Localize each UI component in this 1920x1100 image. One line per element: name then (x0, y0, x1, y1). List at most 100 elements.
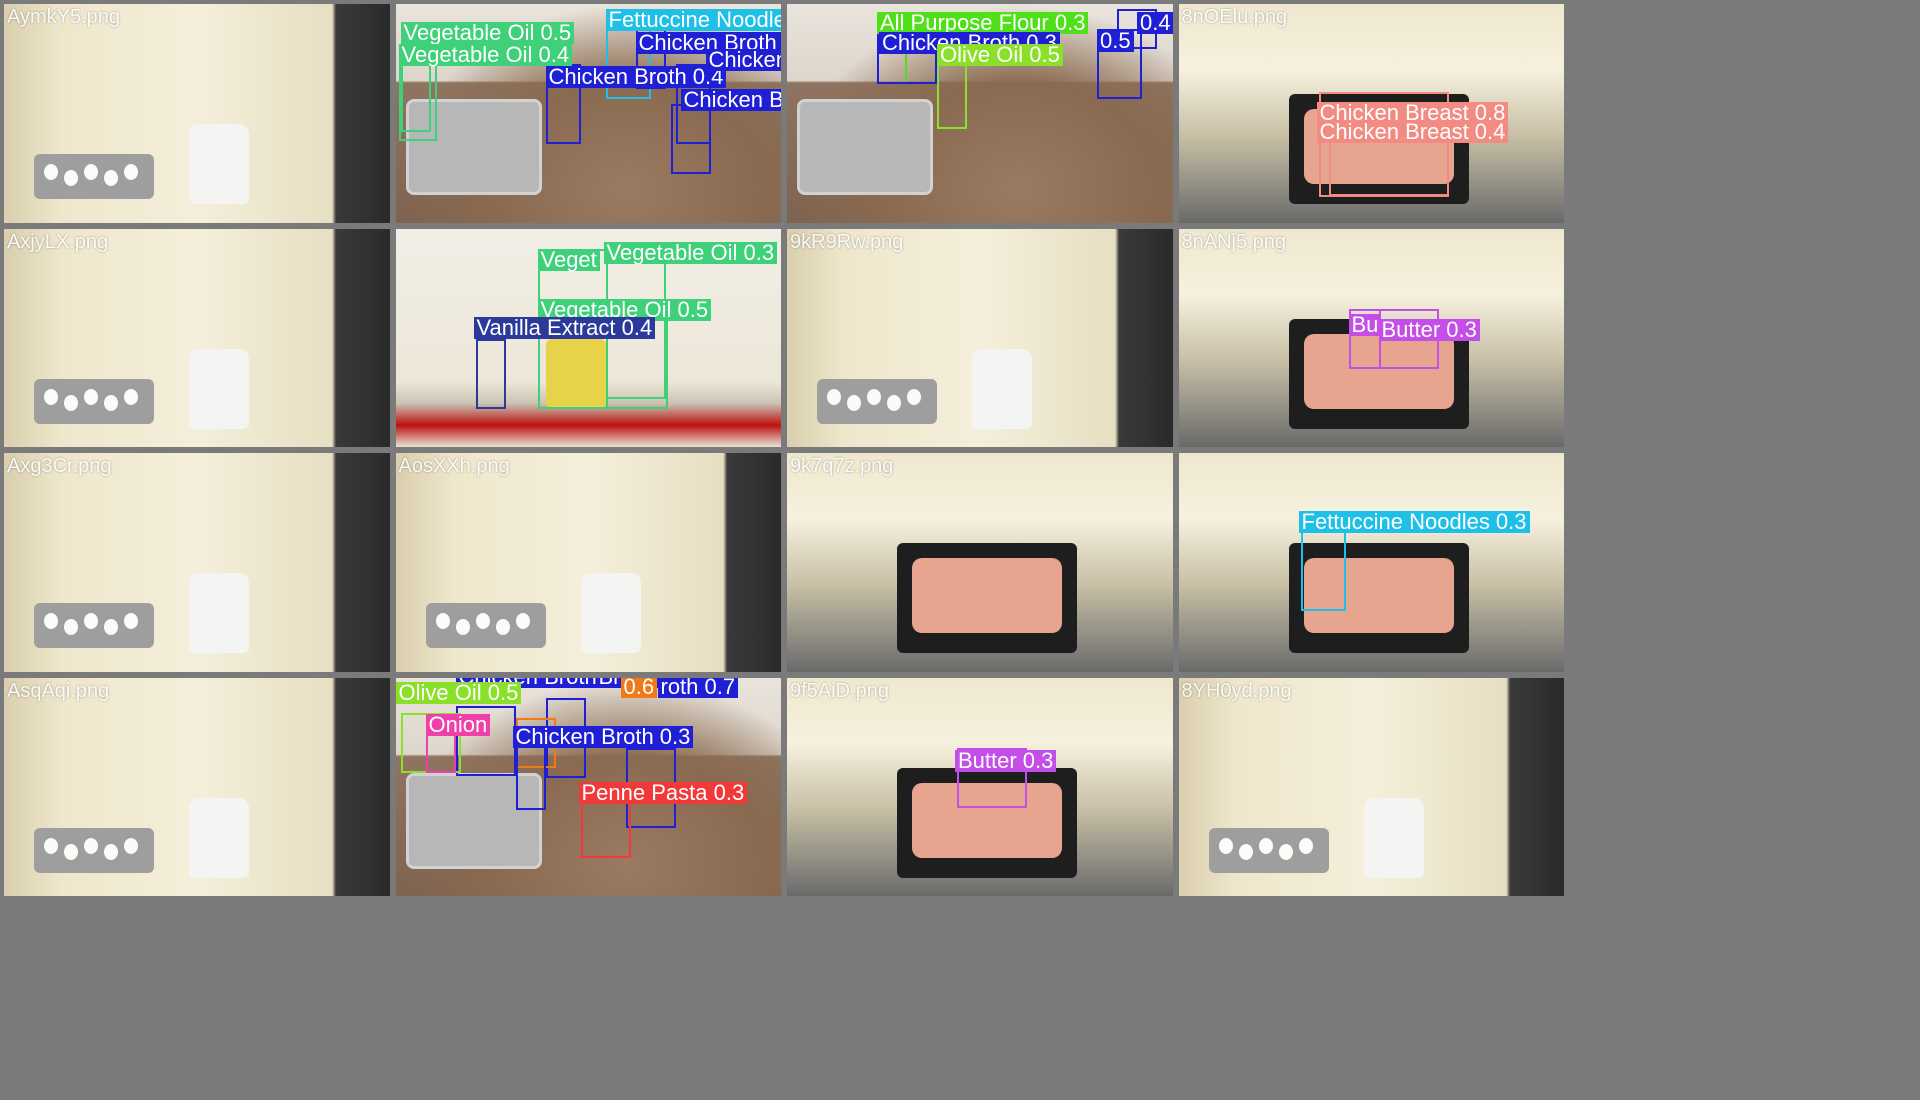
egg-shape (907, 388, 921, 405)
tile-filename: AsqAqi.png (7, 679, 110, 702)
egg-shape (44, 613, 58, 629)
tile-scene-fridge (787, 228, 1173, 447)
egg-shape (104, 843, 118, 860)
tile-filename: 8YH0yd.png (1181, 679, 1292, 702)
detection-label: Vegetable Oil 0.4 (398, 44, 573, 66)
grid-tile[interactable]: All Purpose Flour 0.3 0.4 Chicken Broth 0.… (787, 4, 1173, 223)
egg-shape (1298, 837, 1313, 854)
detection-label: 0.5 (1097, 30, 1134, 52)
grid-tile[interactable]: Fettuccine Noodles 0.3 (1178, 453, 1564, 672)
detection-label: Vanilla Extract 0.4 (473, 316, 656, 339)
detection-label: Fettuccine Noodles 0.3 (605, 9, 781, 31)
egg-shape (64, 843, 78, 860)
grid-tile[interactable]: Chicken Broth 0.3Broth 0.4Olive Oil 0.50… (395, 677, 781, 896)
tile-filename: AymkY5.png (7, 6, 121, 28)
sink-shape (797, 99, 933, 195)
grid-tile[interactable]: 8nOElu.png Chicken Breast 0.8 Chicken Brea… (1178, 4, 1564, 223)
egg-shape (44, 164, 58, 180)
detection-label: Chicken Breast 0.4 (1316, 121, 1509, 143)
egg-shape (124, 388, 138, 405)
detection-label: Vegetable Oil 0.3 (603, 241, 778, 264)
grid-tile[interactable]: AsqAqi.png (4, 677, 390, 896)
egg-shape (44, 837, 58, 854)
egg-shape (84, 388, 98, 405)
egg-shape (64, 394, 78, 411)
egg-shape (515, 613, 530, 629)
egg-shape (475, 613, 490, 629)
tile-scene-drawer (787, 453, 1173, 672)
tile-filename: AxjyLX.png (7, 230, 109, 253)
tile-filename: 8nOElu.png (1181, 6, 1288, 28)
egg-shape (84, 164, 98, 180)
milk-jug-shape (1363, 797, 1424, 878)
egg-shape (104, 394, 118, 411)
egg-shape (435, 613, 450, 629)
egg-shape (1238, 843, 1253, 860)
detection-label: Chicken Broth 0.4 (545, 66, 727, 88)
detection-label: 0.6 (620, 677, 658, 698)
detection-box (670, 104, 711, 174)
tile-filename: 9k7q7z.png (790, 455, 894, 477)
egg-shape (124, 164, 138, 180)
detection-label: Chicken Broth 0.3 (705, 49, 781, 71)
detection-box (515, 739, 546, 810)
detection-label: Onion (425, 713, 491, 736)
tile-scene-fridge (395, 453, 781, 672)
grid-tile[interactable]: Vegetable Oil 0.5 Vegetable Oil 0.4 Fettuc… (395, 4, 781, 223)
tile-scene-fridge (4, 228, 390, 447)
detection-box (475, 338, 506, 409)
grid-tile[interactable]: 8YH0yd.png (1178, 677, 1564, 896)
tile-scene-fridge (1178, 677, 1564, 896)
meat-shape (912, 558, 1062, 633)
milk-jug-shape (189, 573, 249, 653)
tile-filename: 8nANj5.png (1181, 230, 1287, 253)
egg-shape (1258, 837, 1273, 854)
egg-shape (64, 619, 78, 635)
egg-shape (64, 170, 78, 186)
grid-tile[interactable]: AosXXh.png (395, 453, 781, 672)
detection-label: Olive Oil 0.5 (395, 681, 522, 704)
grid-tile[interactable]: 8nANj5.png Bu Butter 0.3 (1178, 228, 1564, 447)
detection-label: Fettuccine Noodles 0.3 (1298, 511, 1530, 533)
detection-label: Penne Pasta 0.3 (578, 781, 748, 804)
grid-tile[interactable]: Axg3Cr.png (4, 453, 390, 672)
egg-shape (867, 388, 881, 405)
grid-tile[interactable]: 9kR9Rw.png (787, 228, 1173, 447)
egg-shape (124, 837, 138, 854)
detection-label: Veget (537, 248, 600, 271)
egg-shape (84, 837, 98, 854)
milk-jug-shape (189, 797, 249, 878)
milk-jug-shape (972, 348, 1032, 429)
detection-label: Olive Oil 0.5 (937, 44, 1063, 66)
detection-label: Bu (1348, 313, 1382, 336)
grid-tile[interactable]: 9f5AiD.png Butter 0.3 (787, 677, 1173, 896)
grid-tile[interactable]: AymkY5.png (4, 4, 390, 223)
grid-tile[interactable]: 9k7q7z.png (787, 453, 1173, 672)
egg-shape (827, 388, 841, 405)
grid-tile[interactable]: Veget Vegetable Oil 0.3 Vegetable Oil 0.5 V… (395, 228, 781, 447)
egg-shape (104, 619, 118, 635)
tile-scene-fridge (4, 677, 390, 896)
tile-scene-fridge (4, 4, 390, 223)
egg-shape (887, 394, 901, 411)
detection-box (1300, 531, 1346, 611)
detection-box (425, 732, 456, 773)
tile-scene-drawer (1178, 453, 1564, 672)
egg-shape (1218, 837, 1233, 854)
tile-filename: 9kR9Rw.png (790, 230, 904, 253)
detection-label: Vegetable Oil 0.5 (400, 22, 575, 44)
egg-shape (124, 613, 138, 629)
egg-shape (44, 388, 58, 405)
detection-label: Butter 0.3 (1378, 318, 1480, 341)
detection-label: Butter 0.3 (955, 749, 1057, 772)
tile-filename: AosXXh.png (398, 455, 510, 477)
detection-label: Chicken Broth 0.3 (680, 89, 781, 111)
detection-box (398, 59, 437, 141)
grid-tile[interactable]: AxjyLX.png (4, 228, 390, 447)
tile-filename: Axg3Cr.png (7, 455, 112, 477)
detection-label: Chicken Broth 0.3 (512, 725, 694, 748)
egg-shape (847, 394, 861, 411)
egg-shape (1278, 843, 1293, 860)
milk-jug-shape (189, 348, 249, 429)
egg-shape (104, 170, 118, 186)
